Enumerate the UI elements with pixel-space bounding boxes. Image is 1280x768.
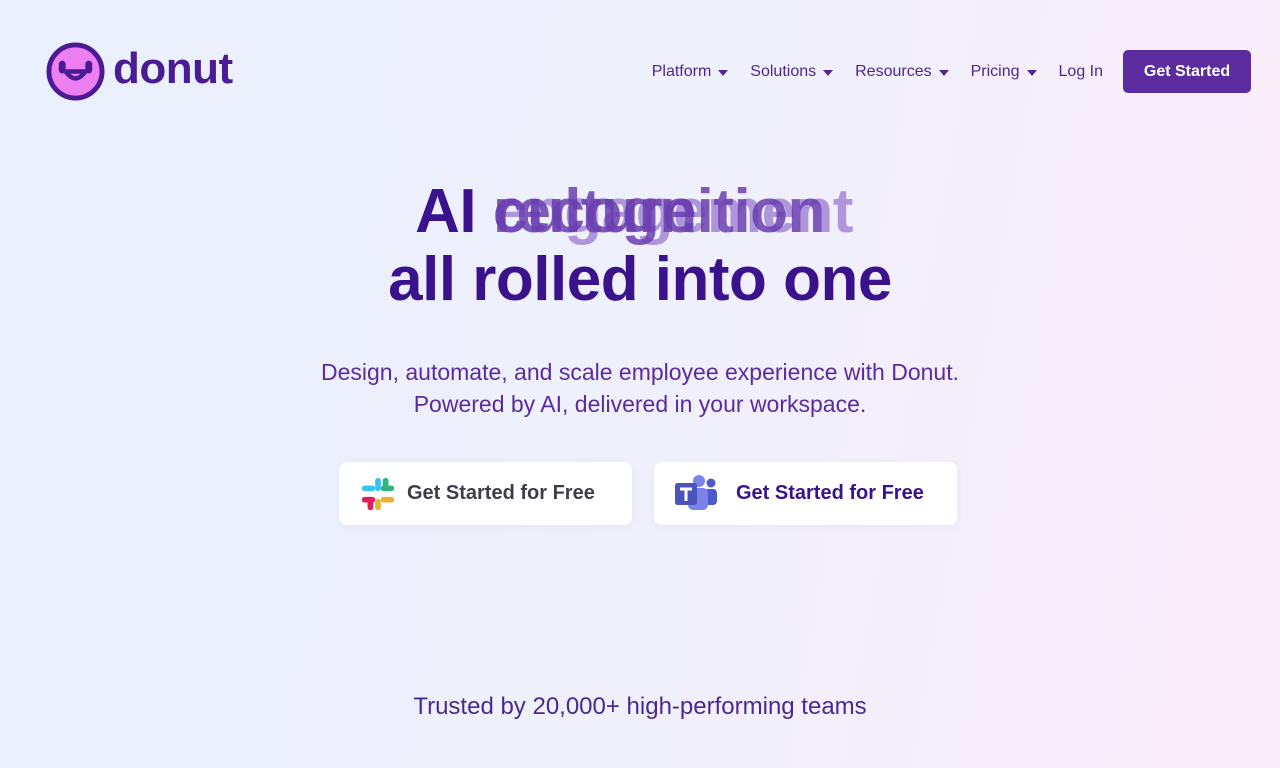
slack-get-started-button[interactable]: Get Started for Free (339, 462, 632, 525)
nav-item-label: Pricing (970, 62, 1020, 80)
site-header: donut Platform Solutions Resources Prici… (0, 0, 1280, 140)
nav-item-label: Resources (855, 62, 932, 80)
donut-logo[interactable]: donut (46, 42, 233, 101)
nav-item-label: Platform (651, 62, 712, 80)
hero-title: AI engagement culture recognition all ro… (0, 178, 1280, 314)
nav-item-solutions[interactable]: Solutions (750, 62, 834, 81)
chevron-down-icon (823, 69, 834, 76)
nav-item-platform[interactable]: Platform (652, 63, 729, 81)
chevron-down-icon (1026, 69, 1037, 76)
get-started-button[interactable]: Get Started (1123, 50, 1251, 93)
chevron-down-icon (938, 69, 949, 76)
hero-title-prefix: AI (415, 177, 477, 246)
hero-subtitle: Design, automate, and scale employee exp… (0, 356, 1280, 420)
cta-label: Get Started for Free (407, 482, 595, 504)
teams-get-started-button[interactable]: Get Started for Free (654, 462, 957, 525)
nav-item-pricing[interactable]: Pricing (971, 63, 1037, 81)
nav-item-label: Solutions (750, 62, 817, 80)
hero-subtitle-line1: Design, automate, and scale employee exp… (321, 359, 959, 385)
main-nav: Platform Solutions Resources Pricing Log… (652, 50, 1251, 93)
hero-subtitle-line2: Powered by AI, delivered in your workspa… (413, 391, 867, 417)
rotating-word-recognition: recognition (492, 177, 826, 246)
nav-item-resources[interactable]: Resources (855, 62, 949, 81)
hero-title-line2: all rolled into one (388, 245, 892, 314)
cta-label: Get Started for Free (736, 482, 924, 504)
trusted-by-text: Trusted by 20,000+ high-performing teams (413, 693, 867, 720)
login-link[interactable]: Log In (1059, 63, 1103, 81)
teams-icon (675, 474, 717, 510)
donut-logo-icon (46, 42, 105, 101)
cta-row: Get Started for Free Get Started for Fre… (339, 462, 957, 525)
rotating-word: engagement culture recognition (493, 178, 865, 246)
logo-wordmark: donut (113, 43, 233, 93)
chevron-down-icon (718, 69, 729, 76)
slack-icon (361, 477, 395, 510)
